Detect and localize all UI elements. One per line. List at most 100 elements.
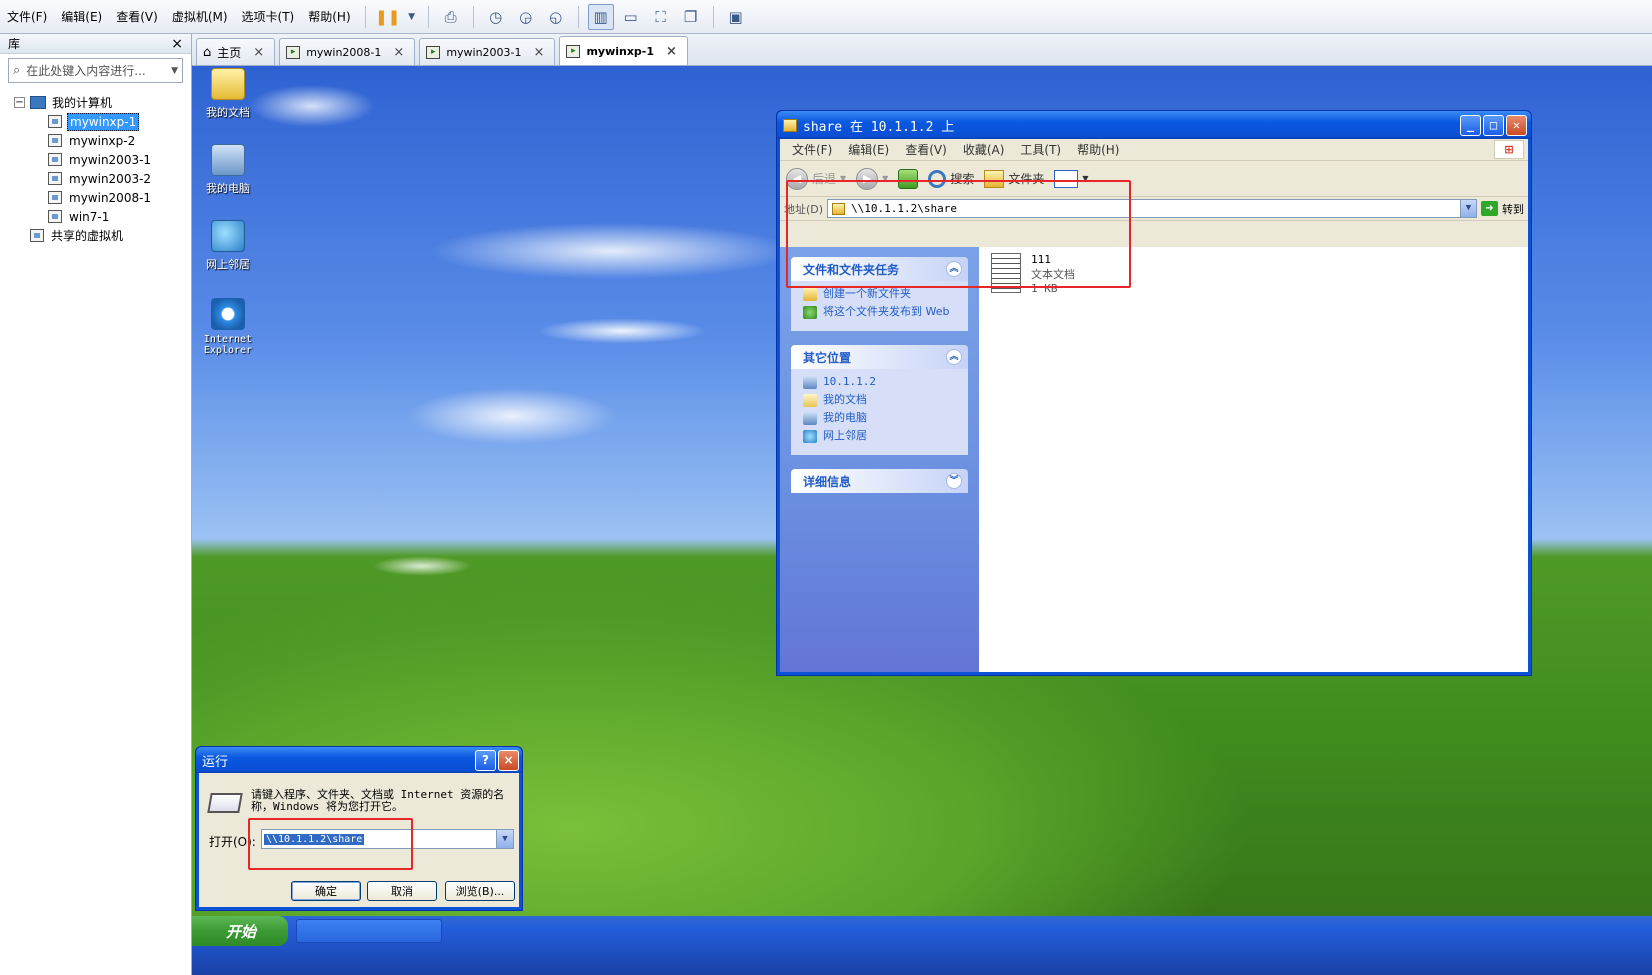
vm-icon bbox=[48, 172, 62, 185]
tab-close-icon[interactable]: × bbox=[393, 45, 404, 60]
menu-edit[interactable]: 编辑(E) bbox=[840, 141, 897, 158]
tab-vm[interactable]: ▸ mywin2003-1 × bbox=[419, 38, 556, 65]
file-list-pane[interactable]: 111 文本文档 1 KB bbox=[979, 247, 1528, 672]
show-library-icon[interactable]: ▥ bbox=[587, 3, 614, 30]
go-button[interactable]: ➜ 转到 bbox=[1481, 201, 1524, 217]
send-keys-icon[interactable]: ⎙ bbox=[438, 4, 464, 30]
menu-view[interactable]: 查看(V) bbox=[109, 0, 165, 34]
tree-item-vm[interactable]: mywin2003-1 bbox=[14, 150, 191, 169]
tab-vm-active[interactable]: ▸ mywinxp-1 × bbox=[559, 36, 688, 65]
new-folder-link[interactable]: 创建一个新文件夹 bbox=[803, 287, 958, 301]
fullscreen-icon[interactable]: ⛶ bbox=[648, 4, 674, 30]
start-button[interactable]: 开始 bbox=[192, 916, 288, 946]
chevron-down-icon: ▼ bbox=[840, 174, 847, 183]
chevron-down-icon[interactable]: ▼ bbox=[171, 66, 178, 76]
tasks-panel-header[interactable]: 文件和文件夹任务 ︽ bbox=[791, 257, 968, 281]
place-link[interactable]: 我的文档 bbox=[803, 393, 958, 407]
network-computer-icon bbox=[803, 376, 817, 389]
tab-close-icon[interactable]: × bbox=[253, 45, 264, 60]
close-icon[interactable]: × bbox=[171, 36, 183, 52]
pause-icon[interactable]: ❚❚ bbox=[375, 4, 401, 30]
tree-item-shared-vms[interactable]: 共享的虚拟机 bbox=[14, 226, 191, 245]
menu-file[interactable]: 文件(F) bbox=[784, 141, 840, 158]
address-input[interactable]: \\10.1.1.2\share ▼ bbox=[827, 199, 1477, 218]
browse-button[interactable]: 浏览(B)... bbox=[445, 881, 515, 901]
snapshot-manager-icon[interactable]: ◵ bbox=[543, 4, 569, 30]
menu-vm[interactable]: 虚拟机(M) bbox=[165, 0, 235, 34]
collapse-chevron-icon[interactable]: ︽ bbox=[946, 261, 962, 277]
chevron-down-icon[interactable]: ▼ bbox=[496, 830, 513, 848]
menu-help[interactable]: 帮助(H) bbox=[301, 0, 357, 34]
search-button[interactable]: 搜索 bbox=[928, 169, 974, 188]
minimize-icon[interactable]: _ bbox=[1460, 114, 1481, 136]
details-header[interactable]: 详细信息 ︾ bbox=[791, 469, 968, 493]
tree-item-label: 我的计算机 bbox=[52, 96, 113, 110]
tree-item-my-computer[interactable]: − 我的计算机 bbox=[14, 93, 191, 112]
up-button[interactable] bbox=[898, 168, 919, 189]
desktop-icon-my-computer[interactable]: 我的电脑 bbox=[192, 144, 264, 196]
tab-close-icon[interactable]: × bbox=[534, 45, 545, 60]
place-link[interactable]: 我的电脑 bbox=[803, 411, 958, 425]
run-dialog: 运行 ? × 请键入程序、文件夹、文档或 Internet 资源的名称，Wind… bbox=[195, 746, 523, 911]
help-icon[interactable]: ? bbox=[475, 749, 496, 771]
desktop-icon-my-documents[interactable]: 我的文档 bbox=[192, 68, 264, 120]
guest-desktop[interactable]: 我的文档 我的电脑 网上邻居 Internet Explorer share 在… bbox=[192, 66, 1652, 975]
publish-web-link[interactable]: 将这个文件夹发布到 Web bbox=[803, 305, 958, 319]
views-icon bbox=[1054, 169, 1079, 188]
vm-running-icon: ▸ bbox=[426, 45, 441, 59]
tree-item-vm[interactable]: mywinxp-1 bbox=[14, 112, 191, 131]
folders-button[interactable]: 文件夹 bbox=[984, 169, 1044, 188]
close-icon[interactable]: ✕ bbox=[1506, 114, 1527, 136]
dialog-title: 运行 bbox=[202, 754, 229, 770]
maximize-icon[interactable]: □ bbox=[1483, 114, 1504, 136]
explorer-titlebar[interactable]: share 在 10.1.1.2 上 _ □ ✕ bbox=[777, 111, 1531, 139]
tree-item-vm[interactable]: win7-1 bbox=[14, 207, 191, 226]
unity-icon[interactable]: ❐ bbox=[678, 4, 704, 30]
taskbar-window-button[interactable] bbox=[296, 919, 442, 943]
vm-icon bbox=[48, 134, 62, 147]
place-link[interactable]: 10.1.1.2 bbox=[803, 375, 958, 389]
address-value: \\10.1.1.2\share bbox=[851, 202, 958, 215]
expand-chevron-icon[interactable]: ︾ bbox=[946, 473, 962, 489]
console-view-icon[interactable]: ▣ bbox=[723, 4, 749, 30]
menu-edit[interactable]: 编辑(E) bbox=[54, 0, 109, 34]
library-search-input[interactable]: ⌕ 在此处键入内容进行... ▼ bbox=[8, 58, 183, 83]
snapshot-icon[interactable]: ◷ bbox=[483, 4, 509, 30]
collapse-icon[interactable]: − bbox=[14, 97, 25, 108]
tree-item-vm[interactable]: mywin2008-1 bbox=[14, 188, 191, 207]
place-link[interactable]: 网上邻居 bbox=[803, 429, 958, 443]
my-documents-icon bbox=[211, 68, 245, 100]
forward-button[interactable]: ▶ ▼ bbox=[856, 167, 888, 190]
ok-button[interactable]: 确定 bbox=[291, 881, 361, 901]
views-button[interactable]: ▼ bbox=[1054, 169, 1089, 188]
run-titlebar[interactable]: 运行 ? × bbox=[196, 747, 522, 773]
collapse-chevron-icon[interactable]: ︽ bbox=[946, 349, 962, 365]
chevron-down-icon[interactable]: ▼ bbox=[405, 4, 419, 30]
thumbnail-bar-icon[interactable]: ▭ bbox=[618, 4, 644, 30]
link-label: 将这个文件夹发布到 Web bbox=[823, 305, 950, 318]
back-button[interactable]: ◀ 后退 ▼ bbox=[786, 167, 847, 190]
desktop-icon-internet-explorer[interactable]: Internet Explorer bbox=[192, 298, 264, 356]
menu-favorites[interactable]: 收藏(A) bbox=[955, 141, 1013, 158]
menu-tools[interactable]: 工具(T) bbox=[1012, 141, 1069, 158]
tab-home[interactable]: ⌂ 主页 × bbox=[196, 38, 276, 65]
desktop-icon-network-places[interactable]: 网上邻居 bbox=[192, 220, 264, 272]
folder-icon bbox=[783, 118, 797, 132]
tab-close-icon[interactable]: × bbox=[666, 44, 677, 59]
file-item[interactable]: 111 文本文档 1 KB bbox=[991, 253, 1075, 295]
menu-help[interactable]: 帮助(H) bbox=[1069, 141, 1127, 158]
open-input[interactable]: \\10.1.1.2\share ▼ bbox=[261, 829, 514, 849]
tree-item-vm[interactable]: mywinxp-2 bbox=[14, 131, 191, 150]
menu-file[interactable]: 文件(F) bbox=[0, 0, 54, 34]
chevron-down-icon[interactable]: ▼ bbox=[1460, 200, 1476, 217]
revert-snapshot-icon[interactable]: ◶ bbox=[513, 4, 539, 30]
cancel-button[interactable]: 取消 bbox=[367, 881, 437, 901]
close-icon[interactable]: × bbox=[498, 749, 519, 771]
windows-logo-icon: ⊞ bbox=[1494, 140, 1524, 159]
tree-item-vm[interactable]: mywin2003-2 bbox=[14, 169, 191, 188]
tab-vm[interactable]: ▸ mywin2008-1 × bbox=[279, 38, 416, 65]
menu-view[interactable]: 查看(V) bbox=[897, 141, 955, 158]
other-places-header[interactable]: 其它位置 ︽ bbox=[791, 345, 968, 369]
desktop-icon-label: Internet Explorer bbox=[203, 334, 253, 356]
menu-tabs[interactable]: 选项卡(T) bbox=[235, 0, 302, 34]
